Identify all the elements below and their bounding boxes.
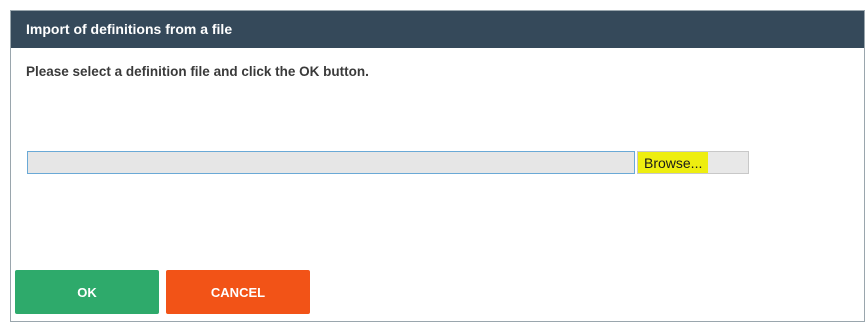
cancel-button[interactable]: CANCEL — [166, 270, 310, 314]
ok-button[interactable]: OK — [15, 270, 159, 314]
browse-button[interactable]: Browse... — [638, 152, 709, 173]
file-picker: Browse... — [27, 151, 749, 174]
dialog-instructions: Please select a definition file and clic… — [26, 64, 369, 79]
dialog-title: Import of definitions from a file — [11, 11, 864, 48]
browse-button-container: Browse... — [637, 151, 749, 174]
file-path-input[interactable] — [27, 151, 635, 174]
import-definitions-dialog: Import of definitions from a file Please… — [10, 10, 865, 322]
